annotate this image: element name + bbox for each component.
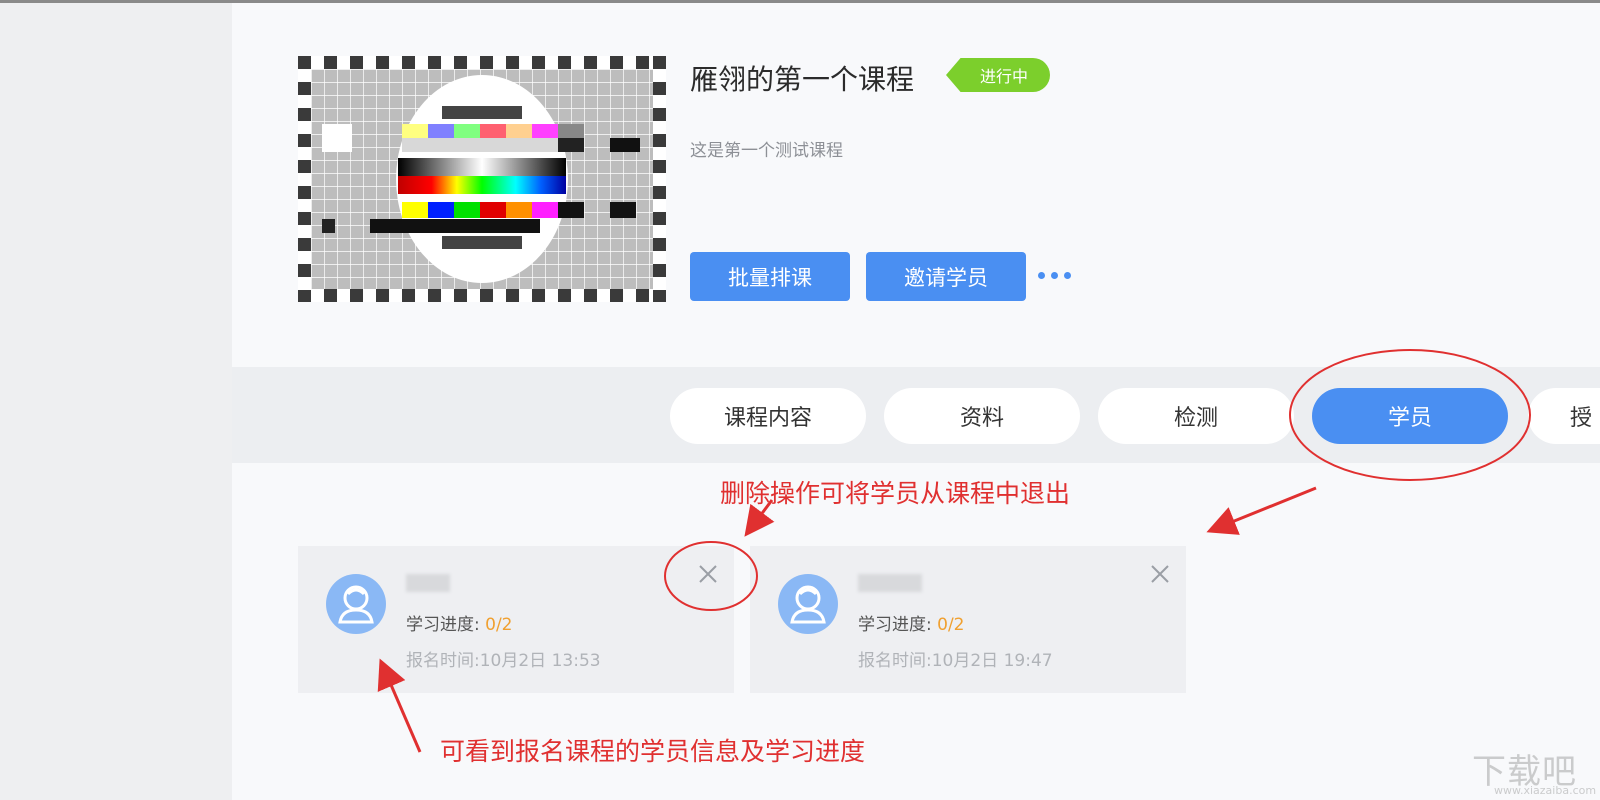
status-badge: 进行中	[946, 58, 1050, 92]
batch-schedule-button[interactable]: 批量排课	[690, 252, 850, 301]
student-name-blurred	[406, 574, 450, 592]
watermark-logo: 下载吧 www.xiazaiba.com	[1466, 744, 1596, 798]
tab-course-content[interactable]: 课程内容	[670, 388, 866, 444]
annotation-delete-note: 删除操作可将学员从课程中退出	[720, 479, 1071, 508]
learning-progress: 学习进度: 0/2	[406, 610, 513, 635]
student-avatar-icon	[326, 574, 386, 634]
progress-value: 0/2	[937, 615, 965, 635]
more-options-icon[interactable]	[1038, 264, 1078, 286]
progress-value: 0/2	[485, 615, 513, 635]
progress-label: 学习进度:	[406, 615, 486, 635]
course-cover-image	[298, 56, 666, 302]
tab-teaching[interactable]: 授	[1528, 388, 1600, 444]
student-name-blurred	[858, 574, 922, 592]
status-badge-label: 进行中	[979, 67, 1028, 86]
course-title: 雁翎的第一个课程	[690, 63, 915, 96]
learning-progress: 学习进度: 0/2	[858, 610, 965, 635]
tab-tests[interactable]: 检测	[1098, 388, 1294, 444]
tab-materials[interactable]: 资料	[884, 388, 1080, 444]
watermark-url: www.xiazaiba.com	[1494, 784, 1597, 797]
student-card: 学习进度: 0/2 报名时间:10月2日 19:47	[750, 546, 1186, 693]
student-card: 学习进度: 0/2 报名时间:10月2日 13:53	[298, 546, 734, 693]
left-panel	[0, 3, 232, 800]
enroll-time: 报名时间:10月2日 19:47	[858, 651, 1053, 671]
progress-label: 学习进度:	[858, 615, 938, 635]
remove-student-icon[interactable]	[1148, 562, 1172, 586]
remove-student-icon[interactable]	[696, 562, 720, 586]
student-avatar-icon	[778, 574, 838, 634]
annotation-info-note: 可看到报名课程的学员信息及学习进度	[440, 737, 866, 766]
invite-students-button[interactable]: 邀请学员	[866, 252, 1026, 301]
tab-students[interactable]: 学员	[1312, 388, 1508, 444]
enroll-time: 报名时间:10月2日 13:53	[406, 651, 601, 671]
course-description: 这是第一个测试课程	[690, 141, 843, 161]
